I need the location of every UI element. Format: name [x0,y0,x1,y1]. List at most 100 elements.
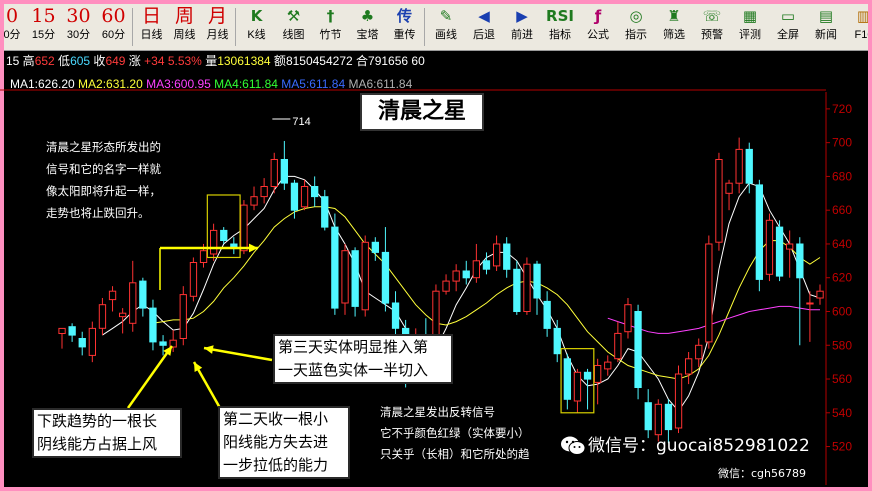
candle-up [361,241,369,311]
arrow-box3 [203,346,273,362]
y-tick-label: 520 [832,440,852,454]
candle-up [573,371,582,402]
arrow-left-note-head [248,243,258,253]
y-tick-label: 700 [832,136,852,150]
candle-up [705,243,713,343]
y-tick-label: 580 [832,338,852,352]
candle-up [199,250,208,263]
arrow-box1 [126,345,174,409]
candle-down [220,229,228,241]
candle-up [786,243,794,250]
callout-box-3: 第三天实体明显推入第 一天蓝色实体一半切入 [273,334,453,384]
candle-down [78,338,86,348]
note-line: 清晨之星形态所发出的 [46,140,161,154]
candle-down [664,403,673,431]
candle-up [624,304,632,333]
candle-up [189,262,198,297]
watermark-wechat-small: 微信：cgh56789 [718,467,806,480]
callout-line: 一步拉低的能力 [223,456,329,474]
y-tick-label: 660 [832,203,852,217]
candle-up [179,294,187,340]
candle-down [311,186,319,198]
note-line: 它不乎颜色红绿（实体要小） [380,426,530,440]
candle-up [250,196,258,206]
callout-line: 第二天收一根小 [223,410,329,428]
candle-down [503,243,511,270]
candle-up [614,332,622,360]
y-tick-label: 620 [832,271,852,285]
candle-down [563,358,572,400]
callout-line: 一天蓝色实体一半切入 [278,361,429,379]
candle-up [816,290,824,299]
candle-up [58,327,66,334]
candle-down [149,307,157,343]
candle-up [695,344,703,360]
candle-down [381,251,390,304]
candle-down [280,159,289,184]
note-bottom: 清晨之星发出反转信号 它不乎颜色红绿（实体要小） 只关乎（长相）和它所处的趋 [380,402,530,465]
y-tick-label: 600 [832,304,852,318]
candle-up [685,358,693,375]
candle-up [452,270,460,282]
candle-up [88,327,96,356]
y-tick-label: 540 [832,406,852,420]
callout-box-1: 下跌趋势的一根长 阴线能方占据上风 [32,408,182,458]
candle-down [553,327,561,355]
candle-down [543,300,551,329]
candle-down [462,270,470,279]
y-tick-label: 720 [832,102,852,116]
candle-down [290,182,299,211]
candle-up [472,260,481,279]
chart-title: 清晨之星 [360,93,484,131]
candle-up [765,219,774,275]
wechat-icon [561,436,586,455]
callout-box-2: 第二天收一根小 阳线能方失去进 一步拉低的能力 [218,406,350,479]
candle-up [270,159,278,187]
candle-up [604,361,612,370]
y-tick-label: 560 [832,372,852,386]
candle-down [533,263,541,299]
note-line: 只关乎（长相）和它所处的趋 [380,447,530,461]
candle-down [159,341,167,346]
candle-up [260,186,268,198]
note-line: 清晨之星发出反转信号 [380,405,495,419]
y-tick-label: 640 [832,237,852,251]
candle-down [371,241,380,253]
candle-up [654,403,663,436]
candle-down [351,250,359,307]
candle-down [755,184,764,280]
candle-down [513,268,521,312]
watermark-wechat-id: 微信号：guocai852981022 [588,436,810,456]
candle-up [674,373,683,429]
candle-up [98,304,107,329]
candle-down [391,302,400,329]
candle-down [583,371,592,380]
candle-down [634,311,642,388]
candle-up [493,243,501,267]
candle-up [129,282,137,324]
candle-up [715,159,723,243]
candle-up [442,280,450,292]
candle-down [139,280,147,309]
callout-line: 第三天实体明显推入第 [278,338,429,356]
candle-down [321,196,329,228]
arrow-box3-head [204,345,214,354]
candle-up [725,182,733,194]
candle-down [745,148,753,184]
candle-up [523,263,531,313]
callout-line: 阴线能方占据上风 [37,435,158,453]
candle-up [341,250,349,304]
peak-label: 714 [292,116,310,128]
y-tick-label: 680 [832,169,852,183]
callout-line: 阳线能方失去进 [223,433,329,451]
candle-down [331,226,339,309]
candle-up [806,302,814,305]
candle-down [796,243,804,279]
candle-down [775,226,784,277]
callout-line: 下跌趋势的一根长 [37,412,158,430]
candle-up [119,312,127,318]
candle-up [594,365,602,383]
candle-up [210,229,218,255]
note-line: 走势也将止跌回升。 [46,206,150,220]
note-line: 信号和它的名字一样就 [46,162,161,176]
